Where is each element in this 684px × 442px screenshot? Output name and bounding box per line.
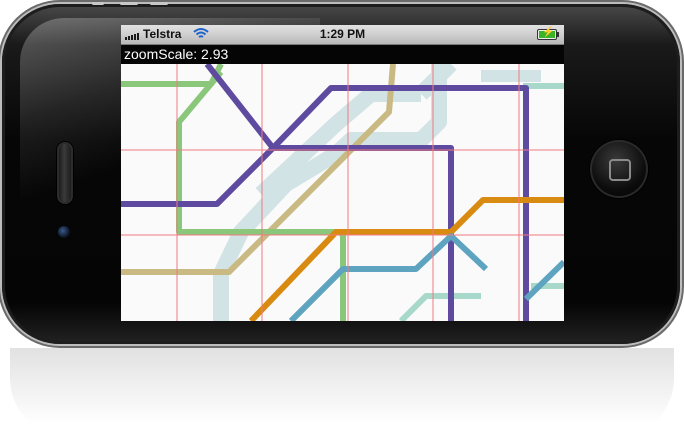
mute-switch bbox=[92, 2, 104, 5]
device-reflection bbox=[10, 348, 674, 438]
zoom-scale-label: zoomScale: 2.93 bbox=[121, 45, 564, 64]
home-square-icon bbox=[609, 159, 631, 181]
light-teal-line bbox=[213, 64, 457, 321]
earpiece-speaker bbox=[57, 142, 73, 204]
battery-charging-icon: ⚡ bbox=[537, 27, 559, 40]
transit-map-canvas[interactable] bbox=[121, 64, 564, 321]
volume-down-button bbox=[150, 2, 168, 5]
transit-map-view[interactable] bbox=[121, 64, 564, 321]
home-button[interactable] bbox=[590, 140, 648, 198]
device-stage: Telstra 1:29 PM ⚡ zoomScale: 2.93 bbox=[0, 0, 684, 442]
status-bar: Telstra 1:29 PM ⚡ bbox=[121, 25, 564, 45]
device-screen: Telstra 1:29 PM ⚡ zoomScale: 2.93 bbox=[121, 25, 564, 321]
front-camera bbox=[58, 226, 70, 238]
volume-up-button bbox=[120, 2, 138, 5]
orange-line bbox=[248, 197, 564, 321]
status-time: 1:29 PM bbox=[319, 27, 366, 41]
